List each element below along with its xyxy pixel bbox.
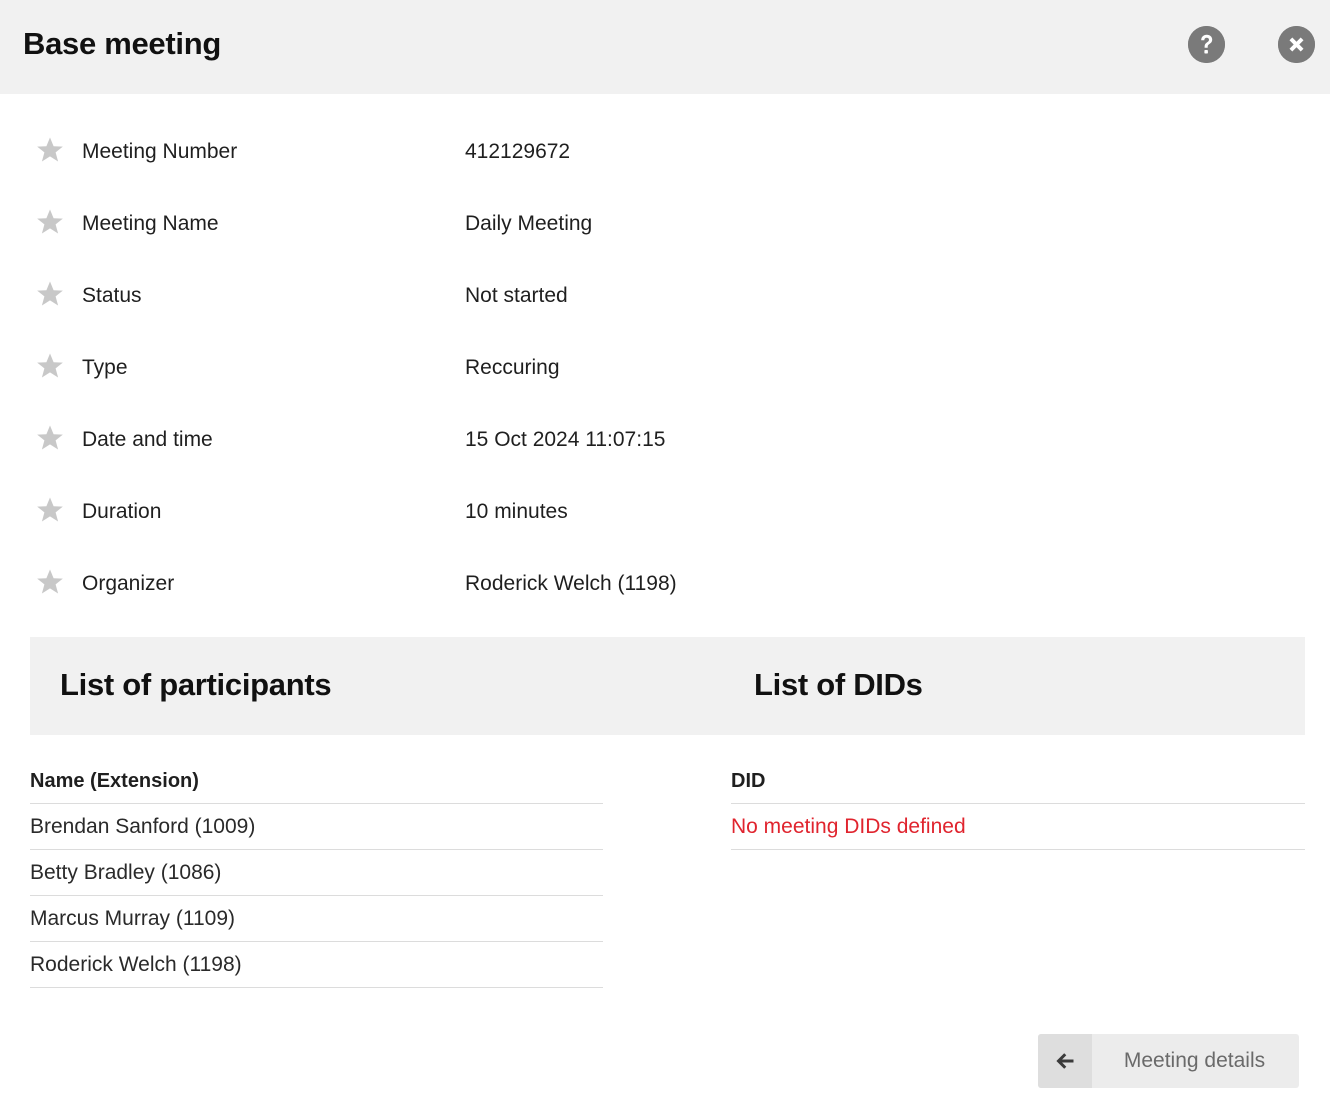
star-icon[interactable] <box>36 136 64 164</box>
detail-row-duration: Duration 10 minutes <box>0 478 1330 550</box>
participants-column-header: Name (Extension) <box>30 758 603 804</box>
detail-label: Status <box>82 284 142 307</box>
arrow-left-icon <box>1056 1053 1074 1069</box>
detail-value: 10 minutes <box>465 500 568 523</box>
lists-section-header: List of participants List of DIDs <box>30 637 1305 735</box>
participant-row: Marcus Murray (1109) <box>30 896 603 942</box>
star-icon[interactable] <box>36 280 64 308</box>
star-icon[interactable] <box>36 352 64 380</box>
detail-row-type: Type Reccuring <box>0 334 1330 406</box>
detail-row-status: Status Not started <box>0 262 1330 334</box>
participant-row: Betty Bradley (1086) <box>30 850 603 896</box>
detail-value: Not started <box>465 284 568 307</box>
detail-value: 15 Oct 2024 11:07:15 <box>465 428 666 451</box>
dids-section-title: List of DIDs <box>754 667 923 702</box>
dids-empty-message: No meeting DIDs defined <box>731 804 1305 850</box>
star-icon[interactable] <box>36 568 64 596</box>
detail-value: Daily Meeting <box>465 212 593 235</box>
dialog-title: Base meeting <box>23 26 221 61</box>
detail-value: Reccuring <box>465 356 560 379</box>
detail-value: Roderick Welch (1198) <box>465 572 677 595</box>
detail-row-meeting-name: Meeting Name Daily Meeting <box>0 190 1330 262</box>
question-circle-icon <box>1188 26 1225 63</box>
back-arrow-box <box>1038 1034 1092 1088</box>
help-button[interactable] <box>1188 26 1225 63</box>
participant-row: Roderick Welch (1198) <box>30 942 603 988</box>
detail-label: Duration <box>82 500 162 523</box>
meeting-details-button[interactable]: Meeting details <box>1038 1034 1299 1088</box>
participants-table: Name (Extension) Brendan Sanford (1009) … <box>30 758 603 988</box>
detail-label: Organizer <box>82 572 175 595</box>
star-icon[interactable] <box>36 424 64 452</box>
dialog-header: Base meeting <box>0 0 1330 94</box>
detail-label: Type <box>82 356 128 379</box>
star-icon[interactable] <box>36 208 64 236</box>
participants-section-title: List of participants <box>60 667 332 702</box>
star-icon[interactable] <box>36 496 64 524</box>
dids-column-header: DID <box>731 758 1305 804</box>
participant-row: Brendan Sanford (1009) <box>30 804 603 850</box>
detail-value: 412129672 <box>465 140 571 163</box>
detail-row-organizer: Organizer Roderick Welch (1198) <box>0 550 1330 622</box>
detail-label: Meeting Name <box>82 212 219 235</box>
detail-row-date-and-time: Date and time 15 Oct 2024 11:07:15 <box>0 406 1330 478</box>
detail-row-meeting-number: Meeting Number 412129672 <box>0 118 1330 190</box>
close-button[interactable] <box>1278 26 1315 63</box>
detail-label: Meeting Number <box>82 140 238 163</box>
detail-label: Date and time <box>82 428 213 451</box>
close-circle-icon <box>1278 26 1315 63</box>
meeting-details-label: Meeting details <box>1123 1049 1266 1072</box>
dids-table: DID No meeting DIDs defined <box>731 758 1305 850</box>
